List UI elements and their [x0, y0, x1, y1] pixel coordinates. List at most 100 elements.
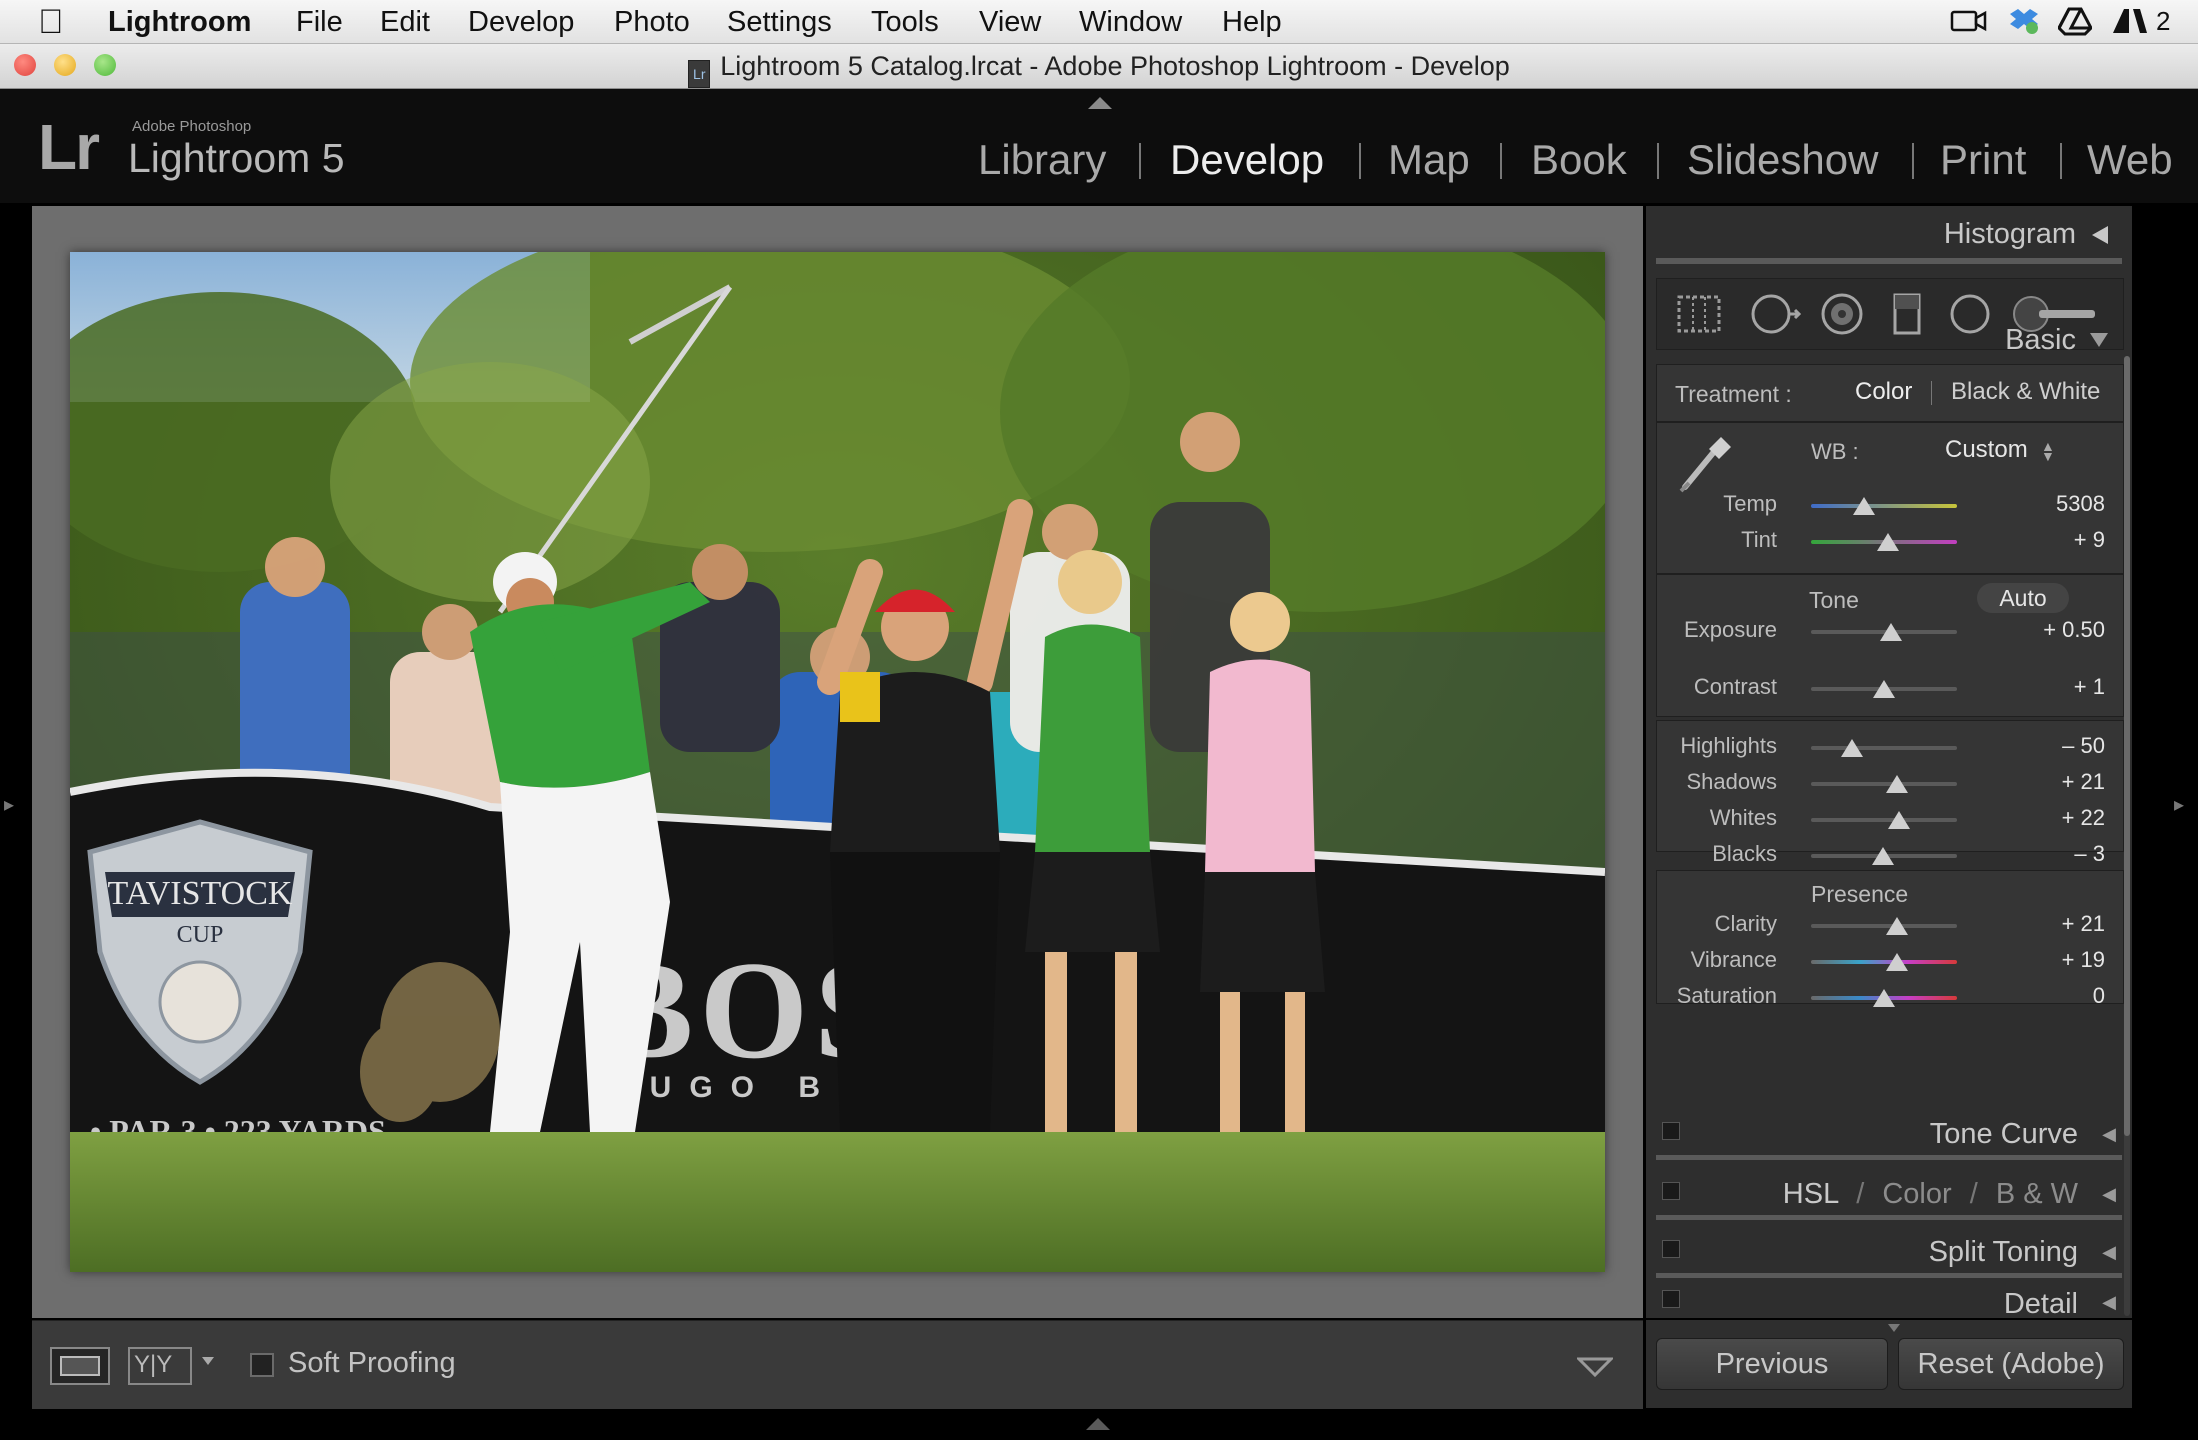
detail-panel[interactable]: Detail ◀ — [1656, 1286, 2122, 1318]
menu-app-name[interactable]: Lightroom — [108, 6, 251, 38]
module-library[interactable]: Library — [978, 137, 1106, 183]
exposure-label: Exposure — [1684, 617, 1777, 642]
right-panel-toggle-icon[interactable]: ▸ — [2174, 792, 2184, 817]
saturation-value[interactable]: 0 — [2093, 983, 2105, 1009]
module-develop[interactable]: Develop — [1170, 137, 1324, 183]
module-separator — [2060, 143, 2062, 179]
split-toning-panel-header[interactable]: Split Toning — [1929, 1236, 2078, 1268]
toolbar-content-dropdown-icon[interactable] — [1575, 1351, 1615, 1381]
module-web[interactable]: Web — [2087, 137, 2173, 183]
reset-button[interactable]: Reset (Adobe) — [1898, 1338, 2124, 1390]
wb-value[interactable]: Custom — [1945, 437, 2028, 463]
menu-settings[interactable]: Settings — [727, 6, 832, 38]
detail-toggle-switch[interactable] — [1662, 1290, 1680, 1308]
google-drive-icon[interactable] — [2057, 6, 2093, 36]
dropbox-sync-icon[interactable] — [2006, 6, 2042, 36]
shadows-track[interactable] — [1811, 782, 1957, 786]
hsl-panel-header[interactable]: HSL / Color / B & W — [1783, 1178, 2078, 1210]
hsl-panel[interactable]: HSL / Color / B & W ◀ — [1656, 1168, 2122, 1220]
tone-curve-panel-header[interactable]: Tone Curve — [1930, 1118, 2078, 1150]
module-map[interactable]: Map — [1388, 137, 1470, 183]
tone-curve-panel[interactable]: Tone Curve ◀ — [1656, 1108, 2122, 1160]
treatment-color-option[interactable]: Color — [1855, 379, 1912, 405]
module-book[interactable]: Book — [1531, 137, 1627, 183]
hsl-tab[interactable]: HSL — [1783, 1178, 1838, 1210]
menu-tools[interactable]: Tools — [871, 6, 939, 38]
basic-collapse-icon[interactable] — [2090, 333, 2108, 347]
menu-file[interactable]: File — [296, 6, 343, 38]
whites-value[interactable]: + 22 — [2062, 805, 2105, 831]
contrast-slider-thumb[interactable] — [1873, 680, 1895, 698]
right-panel-scrollbar-thumb[interactable] — [2124, 356, 2130, 1136]
temp-value[interactable]: 5308 — [2056, 491, 2105, 517]
apple-menu-icon[interactable]:  — [38, 4, 64, 40]
tint-value[interactable]: + 9 — [2074, 527, 2105, 553]
video-camera-icon[interactable] — [1950, 6, 1988, 36]
hsl-color-tab[interactable]: Color — [1882, 1178, 1951, 1210]
collapse-top-panel-icon[interactable] — [1088, 97, 1112, 109]
tone-curve-toggle-switch[interactable] — [1662, 1122, 1680, 1140]
highlights-slider-thumb[interactable] — [1840, 739, 1863, 757]
clarity-value[interactable]: + 21 — [2062, 911, 2105, 937]
split-toning-toggle-switch[interactable] — [1662, 1240, 1680, 1258]
vibrance-value[interactable]: + 19 — [2062, 947, 2105, 973]
blacks-slider-thumb[interactable] — [1871, 847, 1894, 865]
treatment-bw-option[interactable]: Black & White — [1951, 379, 2100, 405]
histogram-panel-header[interactable]: Histogram — [1944, 218, 2076, 250]
exposure-slider-thumb[interactable] — [1880, 623, 1903, 641]
graduated-filter-icon[interactable] — [1889, 291, 1925, 337]
view-options-dropdown-icon[interactable] — [202, 1357, 214, 1365]
shadows-value[interactable]: + 21 — [2062, 769, 2105, 795]
tint-slider-thumb[interactable] — [1877, 533, 1900, 551]
red-eye-icon[interactable] — [1819, 291, 1865, 337]
module-print[interactable]: Print — [1940, 137, 2026, 183]
menu-develop[interactable]: Develop — [468, 6, 574, 38]
hsl-bw-tab[interactable]: B & W — [1996, 1178, 2078, 1210]
temp-slider-thumb[interactable] — [1852, 497, 1875, 515]
whites-track[interactable] — [1811, 818, 1957, 822]
menu-help[interactable]: Help — [1222, 6, 1282, 38]
split-toning-expand-icon[interactable]: ◀ — [2102, 1242, 2116, 1262]
basic-panel-header[interactable]: Basic — [2005, 324, 2076, 356]
wb-stepper-icon[interactable]: ▲ ▼ — [2041, 439, 2055, 463]
radial-filter-icon[interactable] — [1947, 291, 1993, 337]
hsl-expand-icon[interactable]: ◀ — [2102, 1184, 2116, 1204]
menu-window[interactable]: Window — [1079, 6, 1182, 38]
crop-overlay-icon[interactable] — [1675, 293, 1723, 335]
histogram-expand-icon[interactable] — [2092, 226, 2108, 244]
saturation-slider-thumb[interactable] — [1873, 989, 1895, 1007]
loupe-view-icon[interactable] — [50, 1347, 110, 1385]
highlights-value[interactable]: – 50 — [2062, 733, 2105, 759]
temp-track[interactable] — [1811, 504, 1957, 508]
tone-curve-expand-icon[interactable]: ◀ — [2102, 1124, 2116, 1144]
wb-eyedropper-icon[interactable] — [1675, 431, 1735, 495]
adobe-cc-icon[interactable] — [2110, 6, 2150, 36]
hsl-toggle-switch[interactable] — [1662, 1182, 1680, 1200]
shadows-slider-thumb[interactable] — [1886, 775, 1909, 793]
soft-proofing-checkbox[interactable] — [250, 1353, 274, 1377]
menu-edit[interactable]: Edit — [380, 6, 430, 38]
detail-expand-icon[interactable]: ◀ — [2102, 1292, 2116, 1312]
menu-photo[interactable]: Photo — [614, 6, 690, 38]
split-toning-panel[interactable]: Split Toning ◀ — [1656, 1226, 2122, 1278]
before-after-view-icon[interactable]: Y|Y — [128, 1347, 192, 1385]
vibrance-slider-thumb[interactable] — [1886, 953, 1909, 971]
detail-panel-header[interactable]: Detail — [2004, 1288, 2078, 1318]
right-panel-scrollbar[interactable] — [2124, 356, 2130, 1316]
highlights-track[interactable] — [1811, 746, 1957, 750]
clarity-slider-thumb[interactable] — [1886, 917, 1909, 935]
clarity-track[interactable] — [1811, 924, 1957, 928]
whites-slider-thumb[interactable] — [1887, 811, 1910, 829]
exposure-value[interactable]: + 0.50 — [2043, 617, 2105, 643]
photo-golfer[interactable]: TAVISTOCK CUP • PAR 3 • 223 YARDS BOSS H… — [70, 252, 1605, 1272]
filmstrip-toggle-icon[interactable] — [1086, 1418, 1110, 1430]
previous-button[interactable]: Previous — [1656, 1338, 1888, 1390]
contrast-value[interactable]: + 1 — [2074, 674, 2105, 700]
auto-tone-button[interactable]: Auto — [1977, 583, 2069, 613]
module-slideshow[interactable]: Slideshow — [1687, 137, 1878, 183]
blacks-value[interactable]: – 3 — [2074, 841, 2105, 867]
spot-removal-icon[interactable] — [1747, 291, 1803, 337]
left-panel-toggle-icon[interactable]: ▸ — [4, 792, 14, 817]
vibrance-track[interactable] — [1811, 960, 1957, 964]
menu-view[interactable]: View — [979, 6, 1041, 38]
